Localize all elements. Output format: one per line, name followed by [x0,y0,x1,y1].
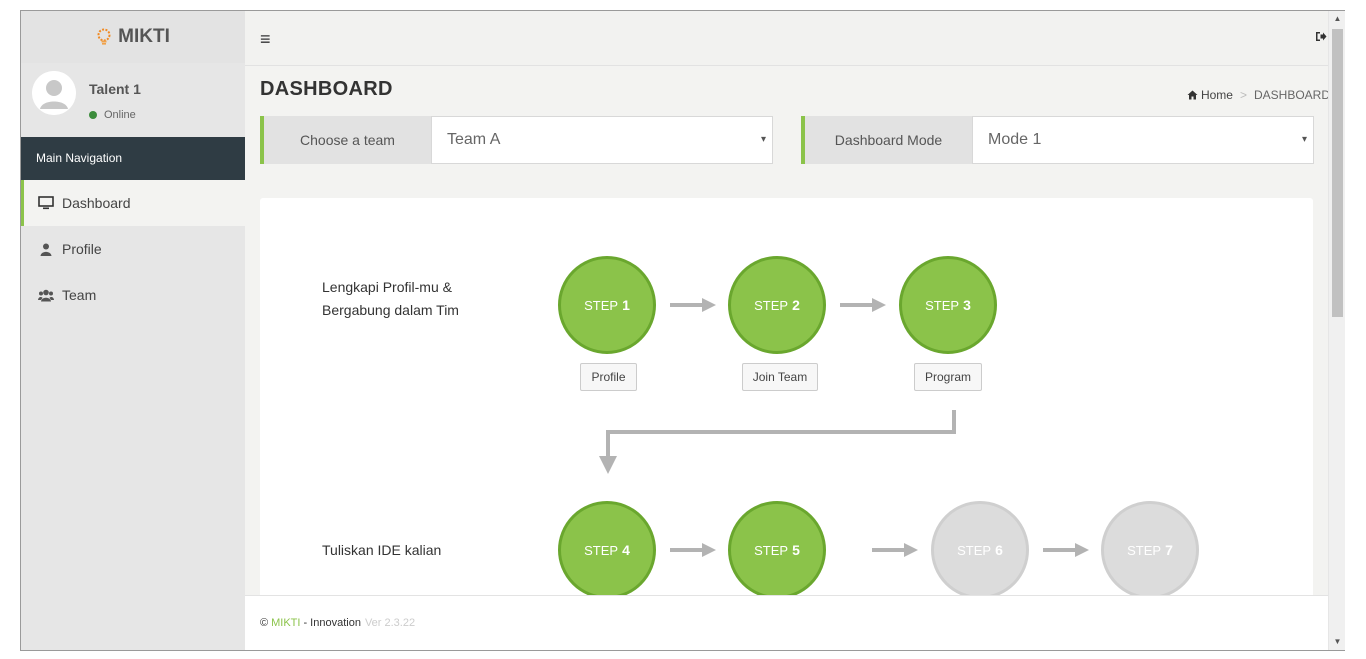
home-icon [1187,90,1198,100]
step-7: STEP 7 [1101,501,1199,595]
breadcrumb: Home > DASHBOARD [1187,88,1330,102]
scroll-up-arrow-icon[interactable]: ▲ [1329,11,1346,27]
brand-logo[interactable]: MIKTI [21,11,245,63]
steps-panel: Lengkapi Profil-mu & Bergabung dalam Tim… [260,198,1313,595]
row1-description-line1: Lengkapi Profil-mu & [322,279,452,295]
step-prefix: STEP [1127,542,1162,558]
user-icon [38,242,54,256]
top-bar: ≡ [245,11,1344,66]
copyright-symbol: © [260,617,269,629]
mode-selector: Dashboard Mode Mode 1 ▾ [801,116,1314,164]
program-button[interactable]: Program [914,363,982,391]
app-window: MIKTI Talent 1 Online Main Navigation Da… [20,10,1345,651]
lightbulb-icon [97,28,111,45]
sidebar-item-label: Dashboard [62,195,131,211]
breadcrumb-current: DASHBOARD [1253,88,1330,102]
mode-select[interactable]: Mode 1 ▾ [972,116,1314,164]
step-4: STEP 4 [558,501,656,595]
team-selector-label: Choose a team [264,116,431,164]
user-panel: Talent 1 Online [21,63,245,137]
sidebar-item-profile[interactable]: Profile [21,226,245,272]
breadcrumb-home-link[interactable]: Home [1201,88,1233,102]
footer-text: - Innovation [303,617,361,629]
arrow-right-icon [670,543,716,557]
main-navigation-header: Main Navigation [21,137,245,180]
step-prefix: STEP [754,542,789,558]
step-number: 6 [995,542,1003,558]
main-content: DASHBOARD Home > DASHBOARD Choose a team… [245,67,1344,595]
users-icon [38,288,54,302]
join-team-button[interactable]: Join Team [742,363,818,391]
team-select[interactable]: Team A ▾ [431,116,773,164]
user-name: Talent 1 [89,81,141,97]
row2-description: Tuliskan IDE kalian [322,542,442,558]
step-1: STEP 1 [558,256,656,354]
version-label: Ver 2.3.22 [364,617,416,629]
arrow-right-icon [840,298,886,312]
sidebar-item-label: Profile [62,241,102,257]
step-2: STEP 2 [728,256,826,354]
brand-name: MIKTI [118,26,170,47]
step-number: 4 [622,542,630,558]
step-prefix: STEP [957,542,992,558]
row-connector-arrow-icon [599,410,956,474]
step-number: 1 [622,297,630,313]
step-number: 2 [792,297,800,313]
team-select-value: Team A [447,131,501,148]
row1-description: Lengkapi Profil-mu & Bergabung dalam Tim [322,276,459,322]
step-number: 5 [792,542,800,558]
page-scrollbar[interactable]: ▲ ▼ [1328,11,1345,650]
avatar [32,71,76,115]
avatar-icon [32,71,76,115]
footer-brand-link[interactable]: MIKTI [271,617,300,629]
chevron-down-icon: ▾ [1301,134,1307,145]
sign-out-icon[interactable] [1315,31,1327,45]
mode-selector-label: Dashboard Mode [805,116,972,164]
step-prefix: STEP [584,542,619,558]
breadcrumb-separator: > [1239,88,1247,102]
profile-button[interactable]: Profile [580,363,637,391]
row1-description-line2: Bergabung dalam Tim [322,302,459,318]
step-number: 3 [963,297,971,313]
user-status-text: Online [104,109,136,121]
mode-select-value: Mode 1 [988,131,1042,148]
team-selector: Choose a team Team A ▾ [260,116,773,164]
monitor-icon [38,196,54,210]
arrow-right-icon [1043,543,1089,557]
page-title: DASHBOARD [260,78,393,100]
scrollbar-thumb[interactable] [1332,29,1343,317]
arrow-right-icon [872,543,918,557]
hamburger-icon[interactable]: ≡ [260,29,271,50]
chevron-down-icon: ▾ [760,134,766,145]
scroll-down-arrow-icon[interactable]: ▼ [1329,634,1346,650]
step-6: STEP 6 [931,501,1029,595]
step-prefix: STEP [925,297,960,313]
footer: © MIKTI - Innovation Ver 2.3.22 [245,595,1344,650]
sidebar-item-dashboard[interactable]: Dashboard [21,180,245,226]
sidebar-item-team[interactable]: Team [21,272,245,318]
step-3: STEP 3 [899,256,997,354]
step-number: 7 [1165,542,1173,558]
step-prefix: STEP [584,297,619,313]
user-status: Online [89,109,136,121]
arrow-right-icon [670,298,716,312]
step-5: STEP 5 [728,501,826,595]
online-status-dot-icon [89,111,97,119]
sidebar: MIKTI Talent 1 Online Main Navigation Da… [21,11,245,650]
step-prefix: STEP [754,297,789,313]
sidebar-item-label: Team [62,287,97,303]
